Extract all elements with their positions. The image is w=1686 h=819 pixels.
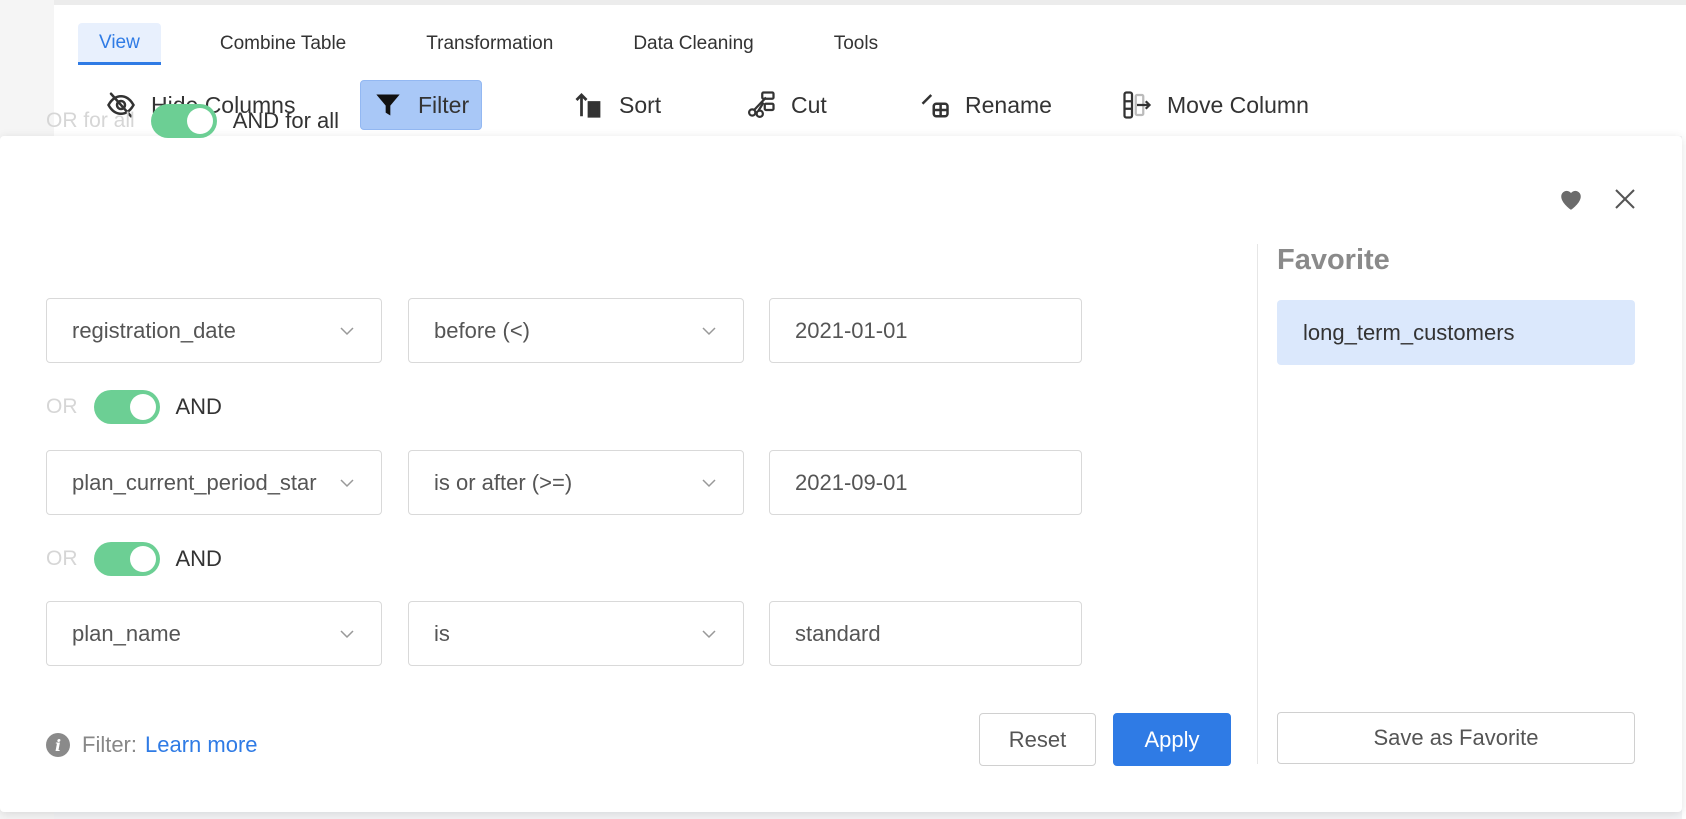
scissors-icon (746, 90, 776, 120)
filter-button[interactable]: Filter (360, 80, 483, 130)
toggle-knob (129, 546, 156, 572)
sort-label: Sort (619, 91, 662, 118)
chevron-down-icon (702, 629, 716, 638)
operator-select[interactable]: is (408, 601, 744, 666)
and-toggle[interactable] (93, 390, 160, 424)
favorite-heart-icon[interactable] (1558, 186, 1584, 212)
learn-more-link[interactable]: Learn more (145, 732, 258, 758)
panel-actions (1558, 186, 1638, 212)
favorite-title: Favorite (1277, 244, 1390, 276)
chevron-down-icon (340, 478, 354, 487)
cut-button[interactable]: Cut (734, 80, 839, 130)
operator-select[interactable]: before (<) (408, 298, 744, 363)
or-label: OR (46, 395, 78, 418)
cut-label: Cut (791, 91, 827, 118)
sort-icon (574, 90, 604, 120)
column-select[interactable]: plan_current_period_star (46, 450, 382, 515)
operator-select-value: before (<) (434, 317, 530, 343)
tab-view[interactable]: View (78, 23, 161, 65)
or-for-all-label: OR for all (46, 109, 135, 132)
operator-select-value: is (434, 620, 450, 646)
or-label: OR (46, 547, 78, 570)
value-input[interactable]: 2021-01-01 (769, 298, 1082, 363)
tab-combine-table[interactable]: Combine Table (199, 23, 367, 65)
apply-button[interactable]: Apply (1113, 713, 1231, 766)
column-select-value: plan_name (72, 620, 181, 646)
toggle-knob (186, 108, 213, 134)
condition-row: plan_current_period_star is or after (>=… (46, 450, 1146, 515)
tab-transformation[interactable]: Transformation (405, 23, 574, 65)
chevron-down-icon (340, 326, 354, 335)
filter-panel: OR for all AND for all registration_date… (0, 104, 1682, 812)
favorite-section: Favorite long_term_customers (1277, 244, 1637, 365)
chevron-down-icon (340, 629, 354, 638)
column-select-value: plan_current_period_star (72, 469, 317, 495)
column-select-value: registration_date (72, 317, 236, 343)
toggle-knob (129, 394, 156, 420)
chevron-down-icon (702, 478, 716, 487)
value-input-text: 2021-09-01 (795, 469, 908, 495)
move-column-button[interactable]: Move Column (1110, 80, 1321, 130)
filter-help-label: Filter: (82, 732, 137, 757)
save-as-favorite-button[interactable]: Save as Favorite (1277, 712, 1635, 764)
sort-button[interactable]: Sort (562, 80, 673, 130)
favorite-item[interactable]: long_term_customers (1277, 300, 1635, 365)
and-label: AND (175, 394, 222, 419)
filter-popover-pointer (428, 118, 446, 128)
funnel-icon (373, 90, 403, 120)
column-select[interactable]: registration_date (46, 298, 382, 363)
value-input[interactable]: 2021-09-01 (769, 450, 1082, 515)
ribbon-tabs: View Combine Table Transformation Data C… (78, 23, 899, 65)
value-input[interactable]: standard (769, 601, 1082, 666)
condition-row: plan_name is standard (46, 601, 1146, 666)
and-label: AND (175, 546, 222, 571)
column-select[interactable]: plan_name (46, 601, 382, 666)
and-toggle[interactable] (93, 542, 160, 576)
condition-row: registration_date before (<) 2021-01-01 (46, 298, 1146, 363)
global-logic-toggle-row: OR for all AND for all (46, 104, 339, 138)
and-for-all-toggle[interactable] (150, 104, 217, 138)
rename-button[interactable]: Rename (908, 80, 1064, 130)
panel-divider (1257, 244, 1258, 764)
tab-tools[interactable]: Tools (813, 23, 899, 65)
info-icon: i (46, 733, 70, 757)
value-input-text: standard (795, 620, 881, 646)
move-column-icon (1122, 90, 1152, 120)
move-column-label: Move Column (1167, 91, 1309, 118)
chevron-down-icon (702, 326, 716, 335)
operator-select-value: is or after (>=) (434, 469, 573, 495)
reset-button[interactable]: Reset (979, 713, 1096, 766)
tab-data-cleaning[interactable]: Data Cleaning (612, 23, 774, 65)
operator-select[interactable]: is or after (>=) (408, 450, 744, 515)
and-for-all-label: AND for all (232, 108, 340, 133)
connector-toggle-row: OR AND (46, 390, 222, 424)
value-input-text: 2021-01-01 (795, 317, 908, 343)
connector-toggle-row: OR AND (46, 542, 222, 576)
close-icon[interactable] (1612, 186, 1638, 212)
rename-icon (920, 90, 950, 120)
filter-label: Filter (418, 91, 470, 118)
filter-help: i Filter: Learn more (46, 732, 258, 758)
rename-label: Rename (965, 91, 1052, 118)
